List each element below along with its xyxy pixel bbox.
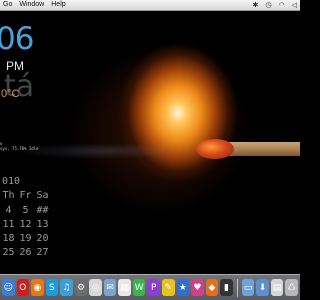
clock-time: 06 bbox=[0, 21, 34, 57]
dock: ☺ O ◉ S ♫ ⚙ ◎ ✉ ▦ W P ✎ ★ ♥ ◆ ▮ ▭ ⬇ ▤ ♺ bbox=[0, 274, 300, 300]
app-yellow-icon[interactable]: ✎ bbox=[162, 279, 175, 296]
calendar-day: 26 bbox=[19, 247, 32, 258]
calendar-week: 11 12 13 bbox=[0, 219, 51, 230]
firefox-icon[interactable]: ◉ bbox=[31, 279, 44, 296]
wifi-icon[interactable]: ◠ bbox=[279, 0, 285, 10]
mail-icon[interactable]: ✉ bbox=[103, 279, 117, 296]
app-blue-icon[interactable]: ★ bbox=[176, 279, 190, 296]
calendar-day: 12 bbox=[19, 219, 32, 230]
trash-icon[interactable]: ♺ bbox=[285, 279, 298, 296]
system-stats-line-2: sys, 75.70% Idle bbox=[0, 146, 39, 151]
volume-icon[interactable]: ◁ bbox=[292, 0, 297, 10]
calendar-weekday: Th bbox=[2, 190, 15, 201]
menu-window[interactable]: Window bbox=[19, 0, 44, 10]
downloads-icon[interactable]: ⬇ bbox=[256, 279, 269, 296]
system-preferences-icon[interactable]: ⚙ bbox=[74, 279, 88, 296]
calendar-day: 19 bbox=[19, 233, 32, 244]
calendar-week: 25 26 27 bbox=[0, 247, 51, 258]
weather-temperature: 0°C bbox=[1, 88, 20, 100]
calendar-weekday-row: Th Fr Sa bbox=[0, 190, 51, 201]
calendar-day: 13 bbox=[36, 219, 49, 230]
calendar-day: 11 bbox=[2, 219, 15, 230]
opera-icon[interactable]: O bbox=[16, 279, 30, 296]
itunes-icon[interactable]: ♫ bbox=[60, 279, 73, 296]
calendar-day: 20 bbox=[36, 233, 49, 244]
menu-go[interactable]: Go bbox=[3, 0, 12, 10]
desktop: 06 PM tá 0°C o sys, 75.70% Idle 010 Th F… bbox=[0, 11, 300, 300]
calendar-day: 25 bbox=[2, 247, 15, 258]
dock-separator bbox=[236, 278, 238, 297]
documents-icon[interactable]: ▤ bbox=[270, 279, 284, 296]
app-pink-icon[interactable]: ♥ bbox=[191, 279, 204, 296]
time-machine-icon[interactable]: ◷ bbox=[265, 0, 271, 10]
menu-extras: ✱ ◷ ◠ ◁ bbox=[253, 0, 297, 10]
folder-icon[interactable]: ▭ bbox=[241, 279, 255, 296]
menu-bar: Go Window Help ✱ ◷ ◠ ◁ bbox=[0, 0, 300, 11]
terminal-icon[interactable]: ▮ bbox=[220, 279, 233, 296]
calendar-weekday: Sa bbox=[36, 190, 49, 201]
finder-icon[interactable]: ☺ bbox=[2, 279, 15, 296]
menu-help[interactable]: Help bbox=[51, 0, 65, 10]
calendar-day: 18 bbox=[2, 233, 15, 244]
calendar-year: 010 bbox=[2, 176, 21, 187]
calendar-week: 18 19 20 bbox=[0, 233, 51, 244]
skype-icon[interactable]: S bbox=[45, 279, 59, 296]
menu-left: Go Window Help bbox=[3, 0, 66, 10]
calendar-day: 4 bbox=[5, 205, 12, 216]
ical-icon[interactable]: ▦ bbox=[118, 279, 131, 296]
calendar-day: 27 bbox=[36, 247, 49, 258]
calendar-day: 5 bbox=[22, 205, 29, 216]
app-purple-icon[interactable]: P bbox=[147, 279, 161, 296]
chrome-icon[interactable]: ◎ bbox=[89, 279, 102, 296]
calendar-weekday: Fr bbox=[19, 190, 32, 201]
calendar-day: ## bbox=[36, 205, 49, 216]
match-head bbox=[196, 139, 234, 159]
app-orange-icon[interactable]: ◆ bbox=[205, 279, 219, 296]
bluetooth-icon[interactable]: ✱ bbox=[253, 0, 259, 10]
app-green-icon[interactable]: W bbox=[132, 279, 146, 296]
calendar-week: 4 5 ## bbox=[0, 205, 51, 216]
smoke-trail bbox=[0, 131, 200, 171]
